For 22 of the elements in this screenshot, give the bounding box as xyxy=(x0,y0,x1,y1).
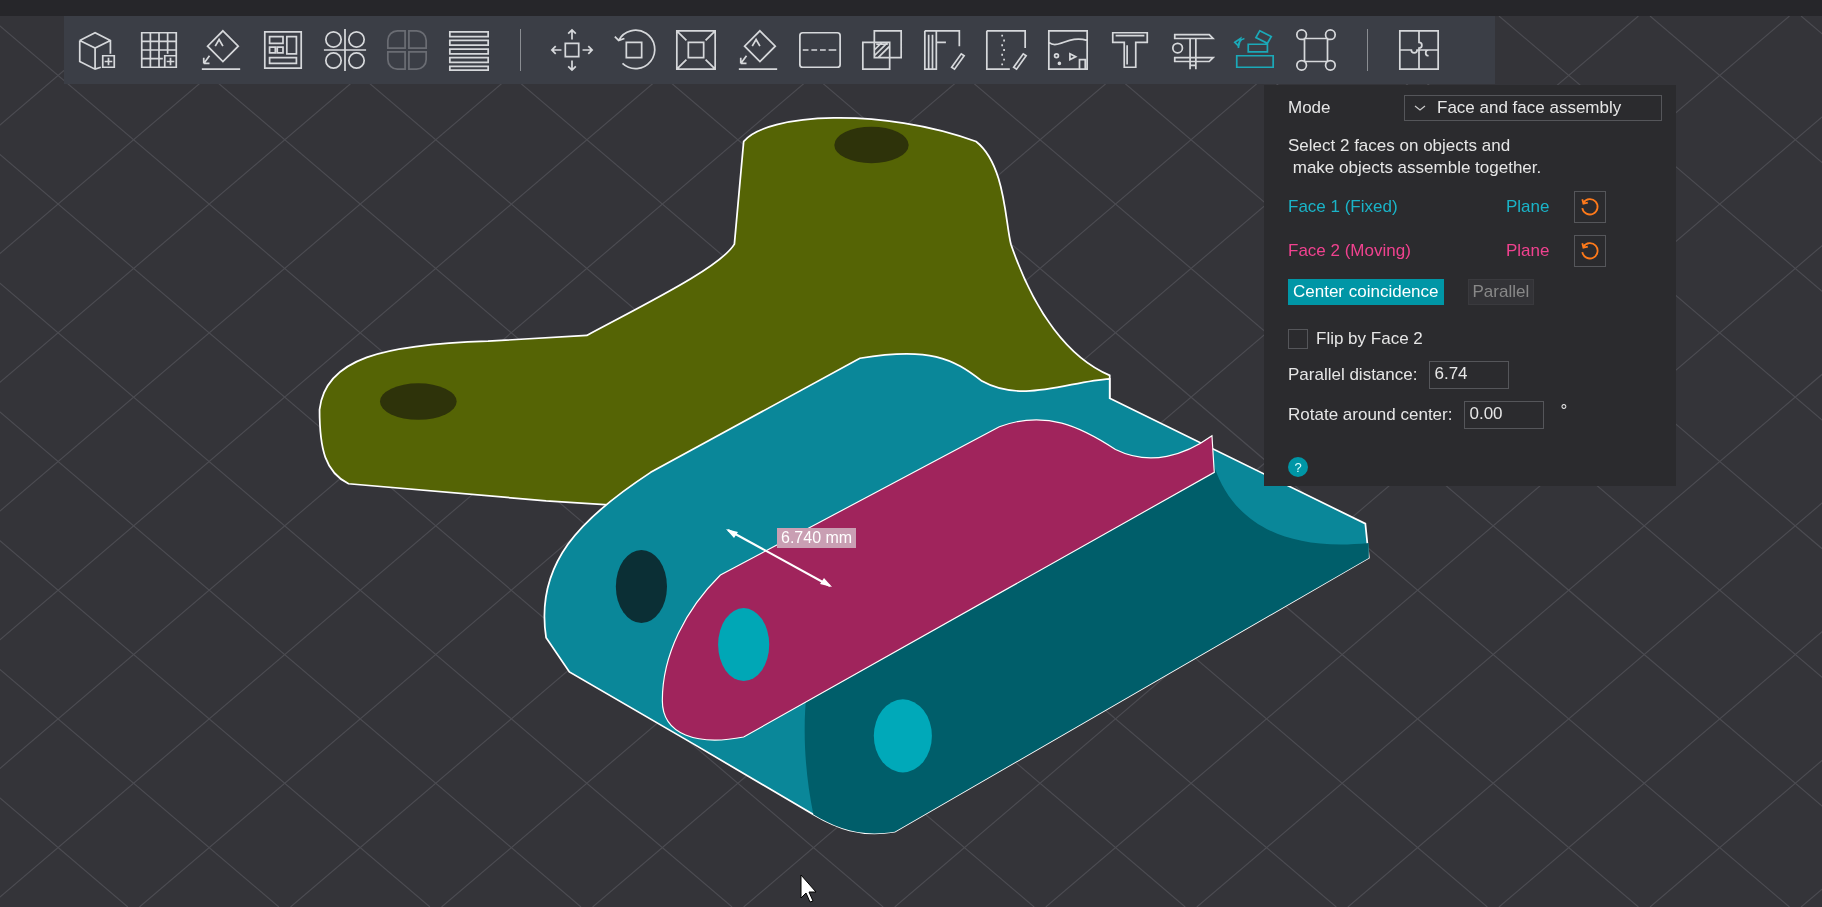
rotate-field[interactable]: 0.00 xyxy=(1464,401,1545,429)
reset-button[interactable] xyxy=(1574,235,1606,267)
instruction-text: Select 2 faces on objects and make objects assemble together. xyxy=(1288,135,1543,179)
reset-icon xyxy=(1579,240,1601,262)
flip-label: Flip by Face 2 xyxy=(1316,329,1423,349)
flip-checkbox[interactable] xyxy=(1288,329,1308,349)
align-mode-button[interactable]: Center coincidence xyxy=(1288,279,1444,305)
degree-unit: ° xyxy=(1560,401,1568,421)
dimension-label: 6.740 mm xyxy=(777,528,857,548)
mode-label: Mode xyxy=(1288,98,1331,118)
face-type-label: Plane xyxy=(1506,197,1551,217)
face-label: Face 1 (Fixed) xyxy=(1288,197,1399,217)
mode-dropdown[interactable]: Face and face assembly xyxy=(1404,95,1662,121)
face-type-label: Plane xyxy=(1506,241,1551,261)
rotate-label: Rotate around center: xyxy=(1288,405,1453,425)
reset-icon xyxy=(1579,196,1601,218)
parallel-distance-label: Parallel distance: xyxy=(1288,365,1418,385)
face-label: Face 2 (Moving) xyxy=(1288,241,1412,261)
reset-button[interactable] xyxy=(1574,191,1606,223)
align-mode-button[interactable]: Parallel xyxy=(1467,279,1535,305)
parallel-distance-field[interactable]: 6.74 xyxy=(1429,361,1510,389)
chevron-down-icon xyxy=(1413,104,1427,112)
